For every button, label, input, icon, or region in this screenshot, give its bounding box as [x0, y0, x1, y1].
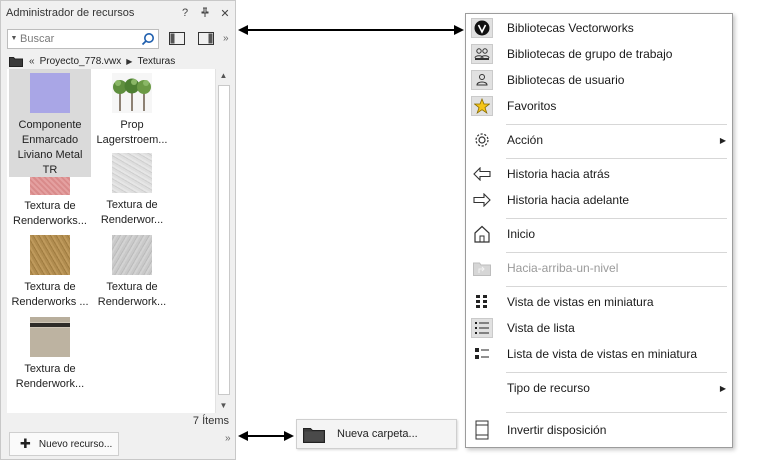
- menu-item-flip-layout[interactable]: Invertir disposición: [466, 418, 732, 442]
- arrow-right-icon: [471, 190, 493, 210]
- resource-item[interactable]: Textura de Renderwor...: [91, 153, 173, 228]
- scroll-up-button[interactable]: ▲: [216, 69, 231, 83]
- list-view-icon: [471, 318, 493, 338]
- submenu-arrow-icon: ▶: [719, 135, 726, 145]
- panel-right-icon: [198, 32, 214, 45]
- menu-item-resource-type[interactable]: Tipo de recurso ▶: [466, 376, 732, 400]
- palette-title-bar: Administrador de recursos ? ✕: [1, 1, 235, 25]
- double-arrow-icon: [238, 25, 464, 35]
- breadcrumb-back[interactable]: «: [29, 56, 35, 67]
- search-dropdown-icon[interactable]: ▼: [8, 35, 20, 42]
- breadcrumb-file[interactable]: Proyecto_778.vwx: [40, 56, 122, 67]
- menu-separator: [506, 372, 727, 373]
- menu-item-favorites[interactable]: Favoritos: [466, 94, 732, 118]
- resource-label: Textura de Renderworks...: [13, 200, 87, 227]
- user-icon: [471, 70, 493, 90]
- menu-item-action[interactable]: Acción ▶: [466, 128, 732, 152]
- bottom-more-chevron[interactable]: »: [225, 433, 231, 444]
- resource-item[interactable]: Prop Lagerstroem...: [91, 73, 173, 148]
- striped-texture-thumbnail: [30, 317, 70, 357]
- folder-icon: [303, 427, 325, 443]
- help-button[interactable]: ?: [175, 7, 195, 19]
- pin-button[interactable]: [195, 7, 215, 20]
- menu-item-history-forward[interactable]: Historia hacia adelante: [466, 188, 732, 212]
- pin-icon: [201, 7, 209, 17]
- light-gray-texture-thumbnail: [112, 153, 152, 193]
- new-folder-popup[interactable]: Nueva carpeta...: [296, 419, 457, 449]
- plus-icon: ✚: [20, 436, 31, 451]
- flip-layout-icon: [471, 420, 493, 440]
- search-box[interactable]: ▼: [7, 28, 159, 49]
- more-options-chevron[interactable]: »: [223, 33, 229, 44]
- close-button[interactable]: ✕: [215, 7, 235, 20]
- double-arrow-icon: [238, 431, 294, 441]
- star-icon: [471, 96, 493, 116]
- vertical-scrollbar[interactable]: ▲ ▼: [215, 69, 231, 413]
- palette-title: Administrador de recursos: [6, 7, 135, 19]
- search-icon[interactable]: [141, 32, 155, 49]
- menu-item-up-one-level[interactable]: Hacia-arriba-un-nivel: [466, 256, 732, 280]
- resource-label: Textura de Renderwor...: [100, 199, 164, 226]
- breadcrumb: « Proyecto_778.vwx ▶ Texturas: [9, 53, 231, 69]
- pink-texture-thumbnail: [30, 177, 70, 195]
- resource-item[interactable]: Componente Enmarcado Liviano Metal TR: [9, 73, 91, 178]
- resource-item[interactable]: Textura de Renderwork...: [91, 235, 173, 310]
- scroll-down-button[interactable]: ▼: [216, 399, 231, 413]
- folder-icon: [9, 56, 23, 67]
- menu-separator: [506, 412, 727, 413]
- menu-separator: [506, 218, 727, 219]
- vectorworks-logo-icon: [471, 18, 493, 38]
- menu-item-home[interactable]: Inicio: [466, 222, 732, 246]
- toggle-sidebar-left-button[interactable]: [166, 29, 188, 49]
- menu-item-thumbnail-list-view[interactable]: Lista de vista de vistas en miniatura: [466, 342, 732, 366]
- resource-label: Prop Lagerstroem...: [96, 119, 168, 146]
- new-folder-label: Nueva carpeta...: [337, 428, 418, 440]
- submenu-arrow-icon: ▶: [719, 383, 726, 393]
- breadcrumb-folder[interactable]: Texturas: [137, 56, 175, 67]
- search-row: ▼ »: [7, 28, 231, 49]
- purple-swatch-thumbnail: [30, 73, 70, 113]
- items-count: 7 Ítems: [192, 415, 229, 427]
- menu-item-workgroup-libraries[interactable]: Bibliotecas de grupo de trabajo: [466, 42, 732, 66]
- resource-label: Textura de Renderworks ...: [11, 281, 89, 308]
- thumbnail-grid-icon: [471, 292, 493, 312]
- breadcrumb-separator: ▶: [126, 56, 133, 66]
- arrow-left-icon: [471, 164, 493, 184]
- resource-grid: Componente Enmarcado Liviano Metal TR Pr…: [7, 69, 215, 413]
- menu-item-vectorworks-libraries[interactable]: Bibliotecas Vectorworks: [466, 16, 732, 40]
- brown-texture-thumbnail: [30, 235, 70, 275]
- plant-thumbnail: [112, 73, 152, 113]
- resource-manager-palette: Administrador de recursos ? ✕ ▼ » « Proy…: [0, 0, 236, 460]
- menu-item-user-libraries[interactable]: Bibliotecas de usuario: [466, 68, 732, 92]
- workgroup-icon: [471, 44, 493, 64]
- menu-item-list-view[interactable]: Vista de lista: [466, 316, 732, 340]
- resource-item[interactable]: Textura de Renderworks ...: [9, 235, 91, 310]
- gear-icon: [471, 130, 493, 150]
- menu-separator: [506, 252, 727, 253]
- menu-separator: [506, 158, 727, 159]
- menu-separator: [506, 286, 727, 287]
- panel-left-icon: [169, 32, 185, 45]
- menu-item-thumbnail-view[interactable]: Vista de vistas en miniatura: [466, 290, 732, 314]
- gray-texture-thumbnail: [112, 235, 152, 275]
- resource-manager-menu: Bibliotecas Vectorworks Bibliotecas de g…: [465, 13, 733, 448]
- resource-label: Componente Enmarcado Liviano Metal TR: [17, 119, 83, 176]
- resource-item[interactable]: Textura de Renderwork...: [9, 317, 91, 392]
- resource-label: Textura de Renderwork...: [15, 363, 85, 390]
- resource-label: Textura de Renderwork...: [97, 281, 167, 308]
- folder-up-icon: [471, 258, 493, 278]
- search-input[interactable]: [20, 32, 132, 45]
- menu-separator: [506, 124, 727, 125]
- resource-item[interactable]: Textura de Renderworks...: [9, 177, 91, 229]
- new-resource-button[interactable]: ✚ Nuevo recurso...: [9, 432, 119, 456]
- toggle-sidebar-right-button[interactable]: [195, 29, 217, 49]
- menu-item-history-back[interactable]: Historia hacia atrás: [466, 162, 732, 186]
- thumbnail-list-icon: [471, 344, 493, 364]
- new-resource-label: Nuevo recurso...: [38, 438, 113, 450]
- home-icon: [471, 224, 493, 244]
- scroll-thumb[interactable]: [218, 85, 230, 395]
